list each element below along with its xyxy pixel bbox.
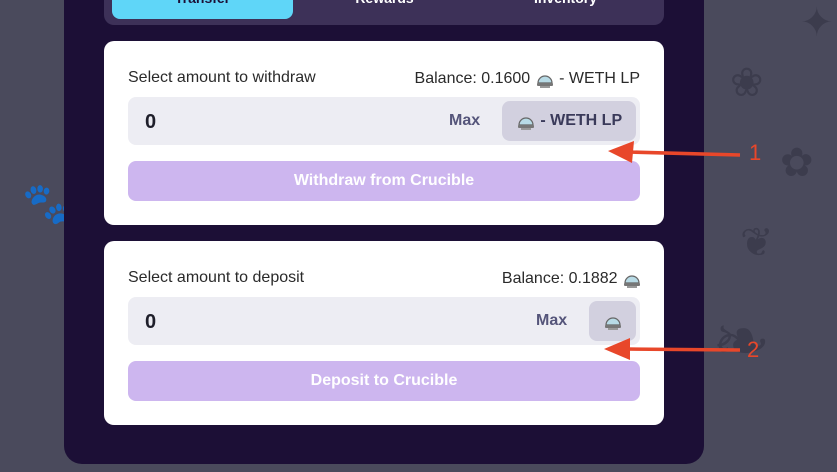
withdraw-token-label: - WETH LP bbox=[540, 112, 623, 129]
crucible-token-icon bbox=[517, 117, 534, 130]
withdraw-balance: Balance: 0.1600 - WETH LP bbox=[415, 69, 640, 89]
crucible-token-icon bbox=[604, 317, 621, 330]
withdraw-amount-input[interactable]: 0 bbox=[145, 111, 156, 134]
deposit-amount-input[interactable]: 0 bbox=[145, 311, 156, 334]
deposit-button[interactable]: Deposit to Crucible bbox=[128, 361, 640, 401]
deposit-balance-value: Balance: 0.1882 bbox=[501, 270, 618, 288]
deposit-card: Select amount to deposit Balance: 0.1882… bbox=[104, 241, 664, 425]
tab-bar: Transfer Rewards Inventory bbox=[104, 0, 664, 25]
crucible-token-icon bbox=[536, 75, 553, 88]
annotation-number-1: 1 bbox=[749, 140, 762, 165]
withdraw-label: Select amount to withdraw bbox=[128, 69, 316, 86]
withdraw-max-button[interactable]: Max bbox=[449, 112, 480, 130]
star-doodle-icon: ✦ bbox=[800, 0, 834, 46]
crucible-token-icon bbox=[624, 275, 640, 288]
withdraw-balance-value: Balance: 0.1600 bbox=[414, 70, 531, 88]
deposit-amount-field[interactable]: 0 Max bbox=[128, 297, 640, 345]
leaf-doodle-icon: ❦ bbox=[740, 220, 774, 266]
tab-transfer[interactable]: Transfer bbox=[112, 0, 293, 19]
flower-doodle-icon: ✿ bbox=[780, 140, 814, 186]
deposit-label: Select amount to deposit bbox=[128, 269, 305, 286]
withdraw-amount-field[interactable]: 0 Max - WETH LP bbox=[128, 97, 640, 145]
withdraw-card: Select amount to withdraw Balance: 0.160… bbox=[104, 41, 664, 225]
deposit-max-button[interactable]: Max bbox=[536, 312, 567, 330]
annotation-arrow-icon bbox=[608, 141, 741, 163]
withdraw-button[interactable]: Withdraw from Crucible bbox=[128, 161, 640, 201]
tab-rewards[interactable]: Rewards bbox=[294, 0, 475, 19]
deposit-balance: Balance: 0.1882 bbox=[502, 269, 642, 289]
annotation-number-2: 2 bbox=[747, 337, 760, 362]
withdraw-balance-token: - WETH LP bbox=[559, 70, 640, 88]
flower-doodle-icon: ❀ bbox=[730, 60, 764, 106]
tab-inventory[interactable]: Inventory bbox=[475, 0, 656, 19]
annotation-arrow-icon bbox=[604, 338, 741, 360]
